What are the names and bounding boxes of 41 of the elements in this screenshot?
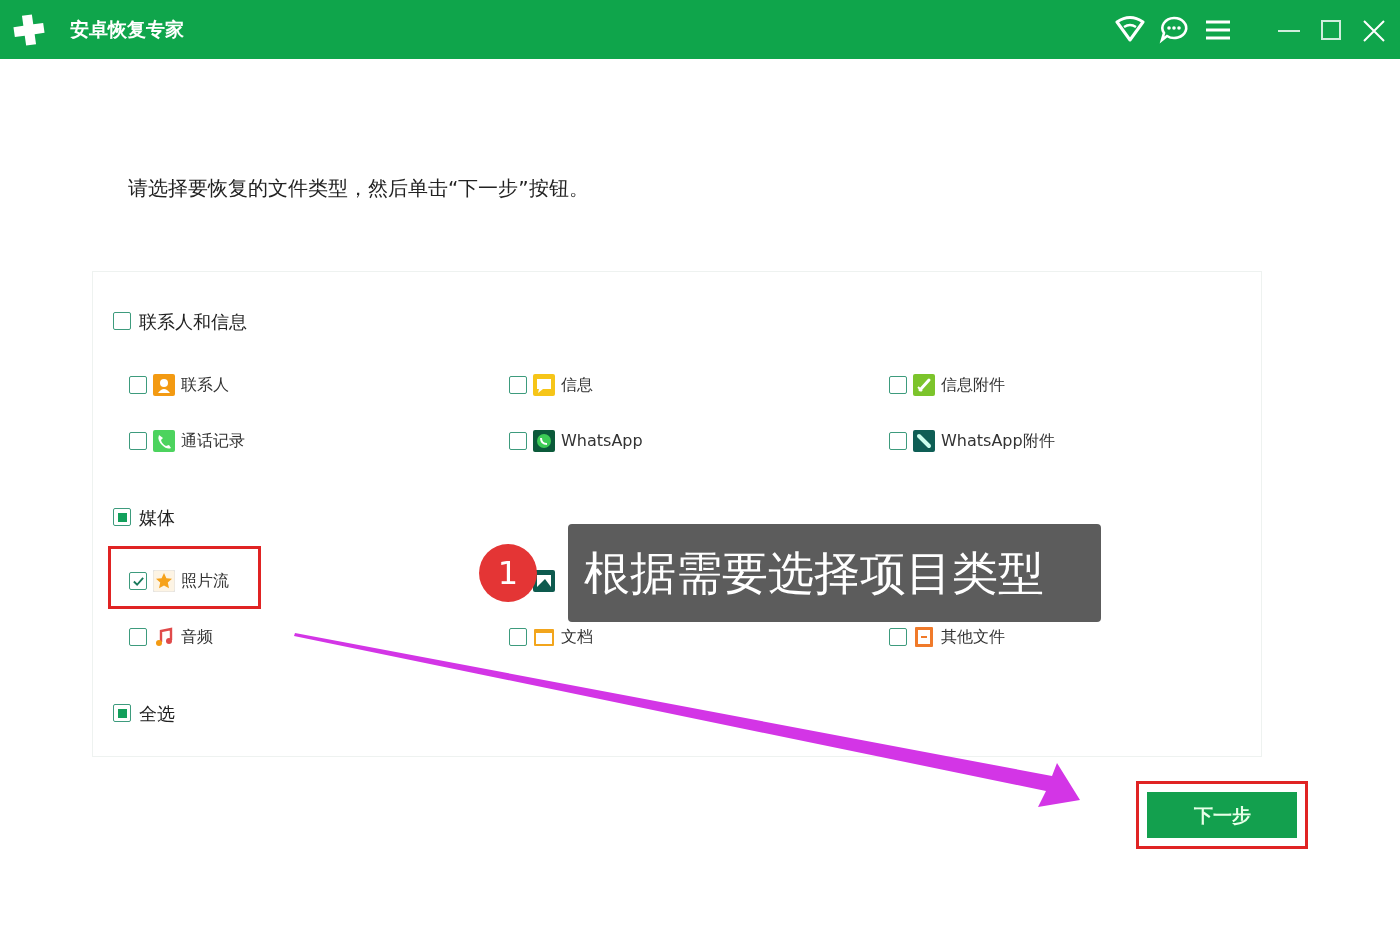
window-title: 安卓恢复专家 [70, 17, 184, 43]
option-label: WhatsApp [561, 430, 643, 452]
checkbox[interactable] [889, 432, 907, 450]
file-icon [913, 626, 935, 648]
star-icon [153, 570, 175, 592]
option-label: 通话记录 [181, 430, 245, 452]
checkbox[interactable] [509, 432, 527, 450]
group-label: 联系人和信息 [139, 309, 247, 334]
music-note-icon [153, 626, 175, 648]
checkbox[interactable] [129, 432, 147, 450]
checkbox[interactable] [889, 376, 907, 394]
checkbox[interactable] [113, 312, 131, 330]
cross-logo-icon [12, 12, 46, 47]
checkbox[interactable] [509, 376, 527, 394]
option-label: 信息 [561, 374, 593, 396]
checkbox[interactable] [129, 572, 147, 590]
person-card-icon [153, 374, 175, 396]
next-button[interactable]: 下一步 [1147, 792, 1297, 838]
callout-label: 根据需要选择项目类型 [568, 524, 1101, 622]
step-number-badge: 1 [479, 544, 537, 602]
checkmark-icon [131, 574, 145, 588]
option-label: 照片流 [181, 570, 229, 592]
checkbox[interactable] [889, 628, 907, 646]
checkbox[interactable] [113, 508, 131, 526]
option-label: 其他文件 [941, 626, 1005, 648]
checkbox[interactable] [113, 704, 131, 722]
option-label: 联系人 [181, 374, 229, 396]
folder-icon [533, 626, 555, 648]
group-label: 全选 [139, 701, 175, 726]
instruction-text: 请选择要恢复的文件类型，然后单击“下一步”按钮。 [128, 175, 590, 202]
checkbox[interactable] [129, 376, 147, 394]
phone-icon [153, 430, 175, 452]
option-label: 信息附件 [941, 374, 1005, 396]
option-label: WhatsApp附件 [941, 430, 1055, 452]
checkbox[interactable] [129, 628, 147, 646]
checkbox[interactable] [509, 628, 527, 646]
group-label: 媒体 [139, 505, 175, 530]
message-bubble-icon [533, 374, 555, 396]
chat-phone-icon [533, 430, 555, 452]
option-label: 音频 [181, 626, 213, 648]
option-label: 文档 [561, 626, 593, 648]
